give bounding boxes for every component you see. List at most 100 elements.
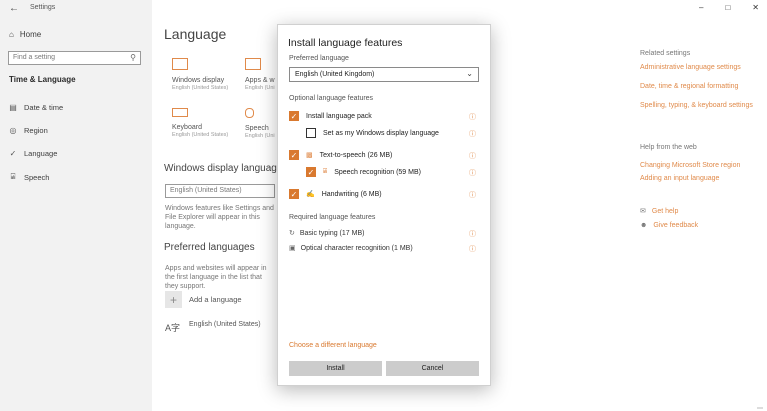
- option-speech-recognition[interactable]: ✓ ⍯ Speech recognition (59 MB): [306, 167, 421, 177]
- close-icon[interactable]: ✕: [752, 3, 759, 12]
- option-label: Speech recognition (59 MB): [334, 168, 421, 176]
- calendar-clock-icon: ▤: [9, 103, 17, 112]
- required-label: Basic typing (17 MB): [299, 229, 365, 237]
- preferred-language-select[interactable]: English (United Kingdom) ⌄: [289, 67, 479, 82]
- add-language-label: Add a language: [189, 295, 242, 304]
- language-glyph-icon: A字: [165, 323, 181, 333]
- option-label: Text-to-speech (26 MB): [319, 151, 393, 159]
- option-language-pack[interactable]: ✓ Install language pack: [289, 111, 372, 121]
- tile-label: Keyboard: [172, 124, 202, 131]
- info-icon[interactable]: ⓘ: [469, 244, 476, 254]
- give-feedback-link[interactable]: ☻ Give feedback: [640, 222, 698, 229]
- checkbox-speech-recognition[interactable]: ✓: [306, 167, 316, 177]
- link-date-time-regional[interactable]: Date, time & regional formatting: [640, 82, 758, 91]
- search-placeholder: Find a setting: [13, 54, 56, 61]
- microphone-icon: ⍯: [323, 168, 328, 175]
- microphone-icon: [245, 108, 254, 118]
- watermark: [757, 407, 763, 409]
- info-icon[interactable]: ⓘ: [469, 229, 476, 239]
- checkbox-display-language[interactable]: [306, 128, 316, 138]
- nav-home[interactable]: ⌂ Home: [9, 30, 41, 39]
- option-text-to-speech[interactable]: ✓ ▩ Text-to-speech (26 MB): [289, 150, 392, 160]
- required-features-heading: Required language features: [289, 214, 376, 221]
- tile-label: Speech: [245, 125, 269, 132]
- required-ocr: ▣ Optical character recognition (1 MB): [289, 244, 413, 253]
- nav-item-language[interactable]: ✓ Language: [9, 149, 58, 158]
- maximize-icon[interactable]: □: [725, 3, 730, 12]
- app-title: Settings: [30, 4, 56, 11]
- checkbox-language-pack[interactable]: ✓: [289, 111, 299, 121]
- language-list-item[interactable]: A字 English (United States): [165, 321, 261, 334]
- tile-windows-display[interactable]: Windows display English (United States): [172, 58, 228, 91]
- tile-apps-websites[interactable]: Apps & w English (Uni: [245, 58, 275, 91]
- info-icon[interactable]: ⓘ: [469, 190, 476, 200]
- tile-sub: English (United States): [172, 132, 229, 138]
- checkbox-handwriting[interactable]: ✓: [289, 189, 299, 199]
- info-icon[interactable]: ⓘ: [469, 112, 476, 122]
- preferred-languages-desc: Apps and websites will appear in the fir…: [165, 265, 267, 290]
- give-feedback-label: Give feedback: [653, 222, 699, 229]
- minimize-icon[interactable]: –: [699, 3, 703, 12]
- choose-different-language-link[interactable]: Choose a different language: [289, 342, 377, 349]
- right-pane: – □ ✕ Related settings Administrative la…: [622, 0, 767, 411]
- cancel-button[interactable]: Cancel: [386, 361, 479, 376]
- search-icon[interactable]: ⚲: [130, 53, 136, 62]
- back-arrow-icon[interactable]: ←: [9, 3, 19, 14]
- display-language-select[interactable]: English (United States): [165, 184, 275, 198]
- tile-keyboard[interactable]: Keyboard English (United States): [172, 108, 228, 138]
- window-controls: – □ ✕: [699, 3, 759, 12]
- feedback-icon: ☻: [640, 222, 648, 229]
- add-language-button[interactable]: + Add a language: [165, 291, 242, 308]
- option-label: Handwriting (6 MB): [321, 190, 382, 198]
- info-icon[interactable]: ⓘ: [469, 129, 476, 139]
- handwriting-icon: ✍: [306, 191, 315, 198]
- get-help-label: Get help: [651, 207, 679, 215]
- tile-speech[interactable]: Speech English (Uni: [245, 108, 275, 139]
- option-handwriting[interactable]: ✓ ✍ Handwriting (6 MB): [289, 189, 382, 199]
- checkbox-text-to-speech[interactable]: ✓: [289, 150, 299, 160]
- preferred-languages-heading: Preferred languages: [164, 242, 255, 253]
- tile-sub: English (United States): [172, 85, 229, 91]
- keyboard-icon: [172, 108, 188, 117]
- text-to-speech-icon: ▩: [306, 152, 313, 159]
- help-chat-icon: ✉: [640, 208, 646, 215]
- install-button[interactable]: Install: [289, 361, 382, 376]
- monitor-icon: [172, 58, 188, 70]
- tile-sub: English (Uni: [245, 133, 275, 139]
- dialog-title: Install language features: [288, 37, 403, 49]
- typing-icon: ↻: [289, 230, 295, 237]
- link-admin-language[interactable]: Administrative language settings: [640, 63, 758, 72]
- ocr-icon: ▣: [289, 245, 296, 252]
- tile-sub: English (Uni: [245, 85, 275, 91]
- preferred-language-value: English (United Kingdom): [295, 71, 375, 78]
- link-spelling-typing[interactable]: Spelling, typing, & keyboard settings: [640, 101, 758, 110]
- option-display-language[interactable]: Set as my Windows display language: [306, 128, 439, 138]
- nav-item-label: Date & time: [24, 103, 64, 112]
- chevron-down-icon: ⌄: [466, 69, 473, 78]
- language-entry-label: English (United States): [189, 321, 261, 328]
- globe-icon: ◎: [9, 126, 17, 135]
- microphone-icon: ⍯: [10, 172, 16, 181]
- link-store-region[interactable]: Changing Microsoft Store region: [640, 161, 758, 170]
- related-settings-heading: Related settings: [640, 50, 691, 57]
- tile-label: Windows display: [172, 77, 225, 84]
- page-title: Language: [164, 26, 227, 42]
- tile-label: Apps & w: [245, 77, 275, 84]
- nav-item-region[interactable]: ◎ Region: [9, 126, 48, 135]
- help-heading: Help from the web: [640, 144, 697, 151]
- info-icon[interactable]: ⓘ: [469, 151, 476, 161]
- get-help-link[interactable]: ✉ Get help: [640, 207, 679, 216]
- nav-item-date-time[interactable]: ▤ Date & time: [9, 103, 63, 112]
- nav-item-label: Speech: [24, 172, 50, 182]
- option-label: Set as my Windows display language: [323, 129, 439, 137]
- info-icon[interactable]: ⓘ: [469, 168, 476, 178]
- required-label: Optical character recognition (1 MB): [300, 244, 413, 252]
- preferred-language-label: Preferred language: [289, 55, 349, 62]
- required-basic-typing: ↻ Basic typing (17 MB): [289, 229, 365, 238]
- display-language-desc: Windows features like Settings and File …: [165, 205, 274, 230]
- settings-search-input[interactable]: Find a setting ⚲: [8, 51, 141, 65]
- home-icon: ⌂: [9, 30, 14, 39]
- nav-item-speech[interactable]: ⍯ Speech: [9, 172, 50, 182]
- link-input-language[interactable]: Adding an input language: [640, 174, 758, 183]
- nav-section-title: Time & Language: [9, 75, 76, 84]
